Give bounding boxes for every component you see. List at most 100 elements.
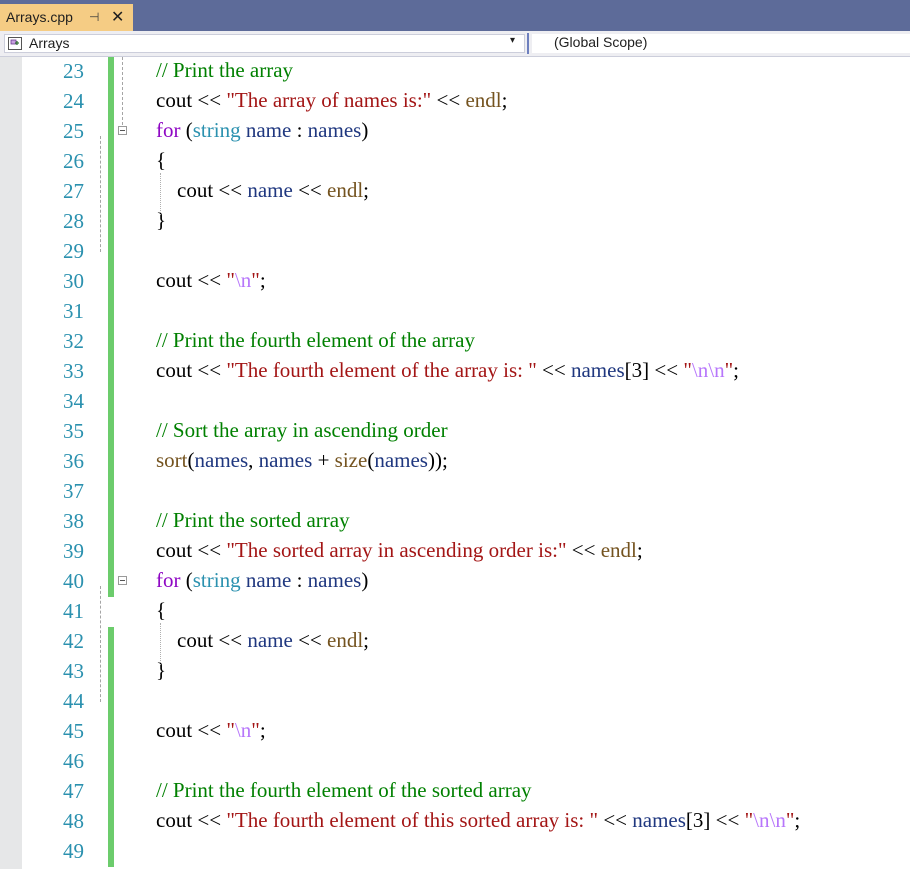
code-line[interactable]: 43} bbox=[22, 657, 910, 687]
code-line[interactable]: 48 cout << "The fourth element of this so… bbox=[22, 807, 910, 837]
code-token: endl bbox=[327, 628, 364, 652]
line-number: 38 bbox=[63, 509, 84, 533]
close-icon[interactable]: ✕ bbox=[111, 7, 124, 27]
code-token: ; bbox=[259, 268, 266, 292]
code-text: cout << "The sorted array in ascending o… bbox=[156, 538, 643, 563]
project-icon bbox=[8, 37, 22, 50]
change-marker bbox=[108, 717, 114, 747]
code-text: cout << name << endl; bbox=[156, 628, 369, 653]
code-line[interactable]: 37 bbox=[22, 477, 910, 507]
code-line[interactable]: 34 bbox=[22, 387, 910, 417]
code-token: { bbox=[156, 148, 167, 172]
code-line[interactable]: 36 sort(names, names + size(names)); bbox=[22, 447, 910, 477]
line-number: 24 bbox=[63, 89, 84, 113]
code-token: "The fourth element of the array is: " bbox=[226, 358, 537, 382]
line-number: 27 bbox=[63, 179, 84, 203]
code-text: cout << "\n"; bbox=[156, 268, 266, 293]
code-line[interactable]: 27 cout << name << endl; bbox=[22, 177, 910, 207]
collapse-icon[interactable] bbox=[118, 126, 127, 135]
code-line[interactable]: 23 // Print the array bbox=[22, 57, 910, 87]
code-token: "The sorted array in ascending order is:… bbox=[226, 538, 567, 562]
code-token: << bbox=[197, 718, 227, 742]
code-text: cout << name << endl; bbox=[156, 178, 369, 203]
code-token: sort bbox=[156, 448, 188, 472]
code-token: ; bbox=[501, 88, 508, 112]
code-line[interactable]: 29 bbox=[22, 237, 910, 267]
code-token: " bbox=[744, 808, 754, 832]
code-token: " bbox=[251, 718, 260, 742]
code-token: ; bbox=[363, 628, 370, 652]
code-line[interactable]: 26 { bbox=[22, 147, 910, 177]
scope-dropdown[interactable]: (Global Scope) bbox=[532, 34, 910, 53]
code-token: "The array of names is:" bbox=[226, 88, 432, 112]
code-token: ; bbox=[794, 808, 801, 832]
tab-arrays-cpp[interactable]: Arrays.cpp ⊣ ✕ bbox=[0, 4, 133, 31]
code-token: { bbox=[156, 598, 167, 622]
code-token: " bbox=[683, 358, 692, 382]
code-token: << bbox=[218, 628, 248, 652]
line-number: 49 bbox=[63, 839, 84, 863]
code-token: cout bbox=[156, 178, 219, 202]
code-text: // Print the fourth element of the sorte… bbox=[156, 778, 532, 803]
code-line[interactable]: 31 bbox=[22, 297, 910, 327]
code-line[interactable]: 45 cout << "\n"; bbox=[22, 717, 910, 747]
code-line[interactable]: 32 // Print the fourth element of the arr… bbox=[22, 327, 910, 357]
project-dropdown[interactable]: Arrays ▾ bbox=[4, 34, 525, 53]
code-line[interactable]: 49 bbox=[22, 837, 910, 867]
code-token: cout bbox=[156, 358, 198, 382]
pin-icon[interactable]: ⊣ bbox=[89, 10, 99, 24]
code-token: // Print the fourth element of the sorte… bbox=[156, 778, 532, 802]
line-number: 40 bbox=[63, 569, 84, 593]
change-marker bbox=[108, 357, 114, 387]
code-token: cout bbox=[156, 268, 198, 292]
code-editor[interactable]: 23 // Print the array 24 cout << "The array… bbox=[0, 57, 910, 869]
code-line[interactable]: 30 cout << "\n"; bbox=[22, 267, 910, 297]
code-line[interactable]: 39 cout << "The sorted array in ascending… bbox=[22, 537, 910, 567]
code-token: : bbox=[291, 118, 308, 142]
code-token: name bbox=[247, 178, 293, 202]
code-token: << bbox=[197, 268, 227, 292]
chevron-down-icon[interactable]: ▾ bbox=[510, 35, 515, 46]
change-marker bbox=[108, 87, 114, 117]
change-marker bbox=[108, 147, 114, 177]
code-line[interactable]: 46 bbox=[22, 747, 910, 777]
code-line[interactable]: 38 // Print the sorted array bbox=[22, 507, 910, 537]
line-number: 32 bbox=[63, 329, 84, 353]
code-token: cout bbox=[156, 628, 219, 652]
change-marker bbox=[108, 627, 114, 657]
code-line[interactable]: 35 // Sort the array in ascending order bbox=[22, 417, 910, 447]
change-marker bbox=[108, 417, 114, 447]
scope-dropdown-label: (Global Scope) bbox=[554, 34, 648, 50]
line-number: 46 bbox=[63, 749, 84, 773]
change-marker bbox=[108, 207, 114, 237]
code-token: name bbox=[245, 118, 292, 142]
line-number: 23 bbox=[63, 59, 84, 83]
code-line[interactable]: 25 for (string name : names) bbox=[22, 117, 910, 147]
line-number: 37 bbox=[63, 479, 84, 503]
change-marker bbox=[108, 747, 114, 777]
code-line[interactable]: 28} bbox=[22, 207, 910, 237]
line-number: 34 bbox=[63, 389, 84, 413]
code-token: ( bbox=[180, 568, 193, 592]
code-line[interactable]: 33 cout << "The fourth element of the arr… bbox=[22, 357, 910, 387]
line-number: 25 bbox=[63, 119, 84, 143]
document-tab-well: Arrays.cpp ⊣ ✕ bbox=[0, 0, 910, 31]
code-text: // Print the array bbox=[156, 58, 293, 83]
code-token: << bbox=[431, 88, 466, 112]
line-number: 39 bbox=[63, 539, 84, 563]
collapse-icon[interactable] bbox=[118, 576, 127, 585]
code-line[interactable]: 44 bbox=[22, 687, 910, 717]
code-line[interactable]: 41 { bbox=[22, 597, 910, 627]
code-token: [3] << bbox=[624, 358, 684, 382]
code-line[interactable]: 42 cout << name << endl; bbox=[22, 627, 910, 657]
outline-guide bbox=[100, 136, 101, 252]
code-token: for bbox=[156, 568, 181, 592]
code-line[interactable]: 40 for (string name : names) bbox=[22, 567, 910, 597]
code-line[interactable]: 47 // Print the fourth element of the sor… bbox=[22, 777, 910, 807]
code-line[interactable]: 24 cout << "The array of names is:" << en… bbox=[22, 87, 910, 117]
glyph-margin bbox=[0, 57, 22, 869]
code-text: } bbox=[156, 208, 166, 233]
change-marker bbox=[108, 237, 114, 267]
code-text: { bbox=[156, 598, 166, 623]
code-token: ( bbox=[187, 448, 195, 472]
